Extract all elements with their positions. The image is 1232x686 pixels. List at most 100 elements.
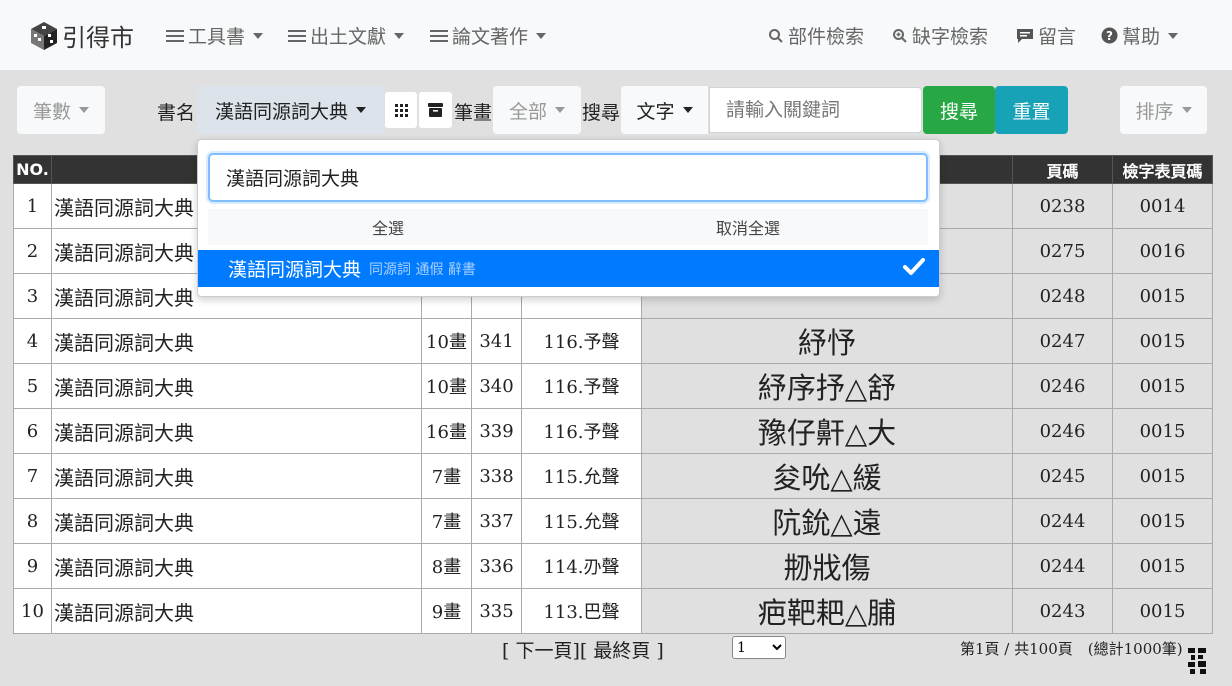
- svg-text:?: ?: [1106, 29, 1113, 43]
- cell-number: 335: [471, 588, 522, 634]
- reset-button[interactable]: 重置: [995, 86, 1068, 134]
- stroke-count-dropdown[interactable]: 全部: [493, 86, 581, 134]
- cell-page: 0248: [1012, 273, 1113, 319]
- archive-icon: [428, 103, 443, 117]
- dropdown-option-selected[interactable]: 漢語同源詞大典 同源詞 通假 辭書: [198, 250, 939, 287]
- cell-no: 4: [13, 318, 52, 364]
- cell-page: 0244: [1012, 498, 1113, 544]
- cell-strokes: 10畫: [421, 363, 472, 409]
- cell-no: 8: [13, 498, 52, 544]
- search-button[interactable]: 搜尋: [923, 86, 995, 134]
- cell-page: 0244: [1012, 543, 1113, 589]
- cell-page: 0245: [1012, 453, 1113, 499]
- last-page-link[interactable]: [ 最終頁 ]: [580, 640, 664, 662]
- next-page-link[interactable]: [ 下一頁]: [502, 640, 580, 662]
- cell-strokes: 7畫: [421, 498, 472, 544]
- qr-code-icon[interactable]: [1188, 648, 1206, 674]
- search-label: 搜尋: [582, 102, 621, 124]
- cube-logo-icon: [31, 21, 57, 50]
- page-select[interactable]: 1: [732, 636, 786, 659]
- menu-icon: [166, 29, 184, 43]
- archive-button[interactable]: [418, 91, 453, 129]
- brand-logo[interactable]: 引得市: [30, 18, 134, 53]
- cell-characters[interactable]: 阬鈗△遠: [641, 498, 1013, 544]
- cell-page: 0246: [1012, 408, 1113, 454]
- table-row[interactable]: 5 漢語同源詞大典 10畫 340 116.予聲 紓序抒△舒 0246 0015: [13, 363, 1213, 409]
- cell-index-page: 0015: [1112, 498, 1213, 544]
- cell-page: 0247: [1012, 318, 1113, 364]
- cell-characters[interactable]: 夋吮△緩: [641, 453, 1013, 499]
- nav-link-message[interactable]: 留言: [1016, 22, 1076, 49]
- grid-icon: [395, 104, 408, 117]
- cell-book: 漢語同源詞大典: [51, 498, 422, 544]
- cell-page: 0275: [1012, 228, 1113, 274]
- stroke-count-value: 全部: [508, 100, 547, 123]
- grid-view-button[interactable]: [384, 91, 418, 129]
- book-select-dropdown[interactable]: 漢語同源詞大典: [197, 86, 384, 134]
- col-header-page[interactable]: 頁碼: [1012, 155, 1113, 184]
- select-all-button[interactable]: 全選: [208, 209, 568, 245]
- cell-characters[interactable]: 紓序抒△舒: [641, 363, 1013, 409]
- dropdown-search-input[interactable]: [208, 153, 928, 202]
- cell-no: 7: [13, 453, 52, 499]
- cell-strokes: 7畫: [421, 453, 472, 499]
- caret-down-icon: [682, 107, 693, 113]
- book-select-value: 漢語同源詞大典: [214, 100, 348, 123]
- sort-dropdown-button[interactable]: 排序: [1120, 86, 1207, 134]
- option-title: 漢語同源詞大典: [228, 259, 362, 281]
- nav-link-missing-char-search[interactable]: 缺字檢索: [892, 22, 988, 49]
- cell-book: 漢語同源詞大典: [51, 318, 422, 364]
- cell-group: 115.允聲: [521, 498, 642, 544]
- strokes-button-label: 筆數: [32, 100, 71, 123]
- cell-number: 339: [471, 408, 522, 454]
- dropdown-actions: 全選 取消全選: [208, 209, 928, 245]
- search-type-dropdown[interactable]: 文字: [621, 86, 708, 134]
- cell-number: 341: [471, 318, 522, 364]
- sort-button-label: 排序: [1135, 100, 1174, 123]
- nav-menu-excavated-texts[interactable]: 出土文獻: [288, 22, 405, 49]
- cell-book: 漢語同源詞大典: [51, 543, 422, 589]
- nav-menu-papers[interactable]: 論文著作: [430, 22, 547, 49]
- nav-link-help[interactable]: ? 幫助: [1101, 22, 1179, 49]
- table-row[interactable]: 6 漢語同源詞大典 16畫 339 116.予聲 豫仔鼾△大 0246 0015: [13, 408, 1213, 454]
- caret-down-icon: [555, 107, 565, 113]
- cell-index-page: 0015: [1112, 318, 1213, 364]
- cell-no: 6: [13, 408, 52, 454]
- cell-characters[interactable]: 豫仔鼾△大: [641, 408, 1013, 454]
- nav-link-label: 幫助: [1122, 26, 1161, 48]
- search-type-value: 文字: [636, 100, 675, 123]
- check-icon: [903, 258, 925, 275]
- cell-characters[interactable]: 紓忬: [641, 318, 1013, 364]
- cell-characters[interactable]: 疤靶耙△脯: [641, 588, 1013, 634]
- search-plus-icon: [892, 28, 908, 44]
- book-select-dropdown-menu: 全選 取消全選 漢語同源詞大典 同源詞 通假 辭書: [197, 139, 940, 297]
- deselect-all-button[interactable]: 取消全選: [568, 209, 928, 245]
- nav-menu-label: 出土文獻: [310, 26, 387, 48]
- cell-no: 3: [13, 273, 52, 319]
- nav-menu-reference-books[interactable]: 工具書: [166, 22, 264, 49]
- pagination-links: [ 下一頁][ 最終頁 ]: [502, 636, 664, 663]
- nav-link-component-search[interactable]: 部件檢索: [768, 22, 864, 49]
- caret-down-icon: [1181, 107, 1192, 113]
- table-row[interactable]: 8 漢語同源詞大典 7畫 337 115.允聲 阬鈗△遠 0244 0015: [13, 498, 1213, 544]
- table-row[interactable]: 10 漢語同源詞大典 9畫 335 113.巴聲 疤靶耙△脯 0243 0015: [13, 588, 1213, 634]
- cell-group: 113.巴聲: [521, 588, 642, 634]
- col-header-no[interactable]: NO.: [13, 155, 52, 184]
- table-row[interactable]: 4 漢語同源詞大典 10畫 341 116.予聲 紓忬 0247 0015: [13, 318, 1213, 364]
- cell-strokes: 10畫: [421, 318, 472, 364]
- cell-characters[interactable]: 刱戕傷: [641, 543, 1013, 589]
- table-row[interactable]: 7 漢語同源詞大典 7畫 338 115.允聲 夋吮△緩 0245 0015: [13, 453, 1213, 499]
- cell-page: 0246: [1012, 363, 1113, 409]
- caret-down-icon: [253, 32, 264, 39]
- cell-index-page: 0015: [1112, 588, 1213, 634]
- cell-no: 5: [13, 363, 52, 409]
- book-label: 書名: [157, 102, 196, 124]
- question-circle-icon: ?: [1101, 27, 1118, 44]
- col-header-index-page[interactable]: 檢字表頁碼: [1112, 155, 1213, 184]
- caret-down-icon: [394, 32, 405, 39]
- strokes-dropdown-button[interactable]: 筆數: [17, 86, 105, 134]
- keyword-search-input[interactable]: [709, 87, 922, 133]
- table-row[interactable]: 9 漢語同源詞大典 8畫 336 114.刅聲 刱戕傷 0244 0015: [13, 543, 1213, 589]
- brand-name: 引得市: [62, 24, 134, 52]
- cell-no: 9: [13, 543, 52, 589]
